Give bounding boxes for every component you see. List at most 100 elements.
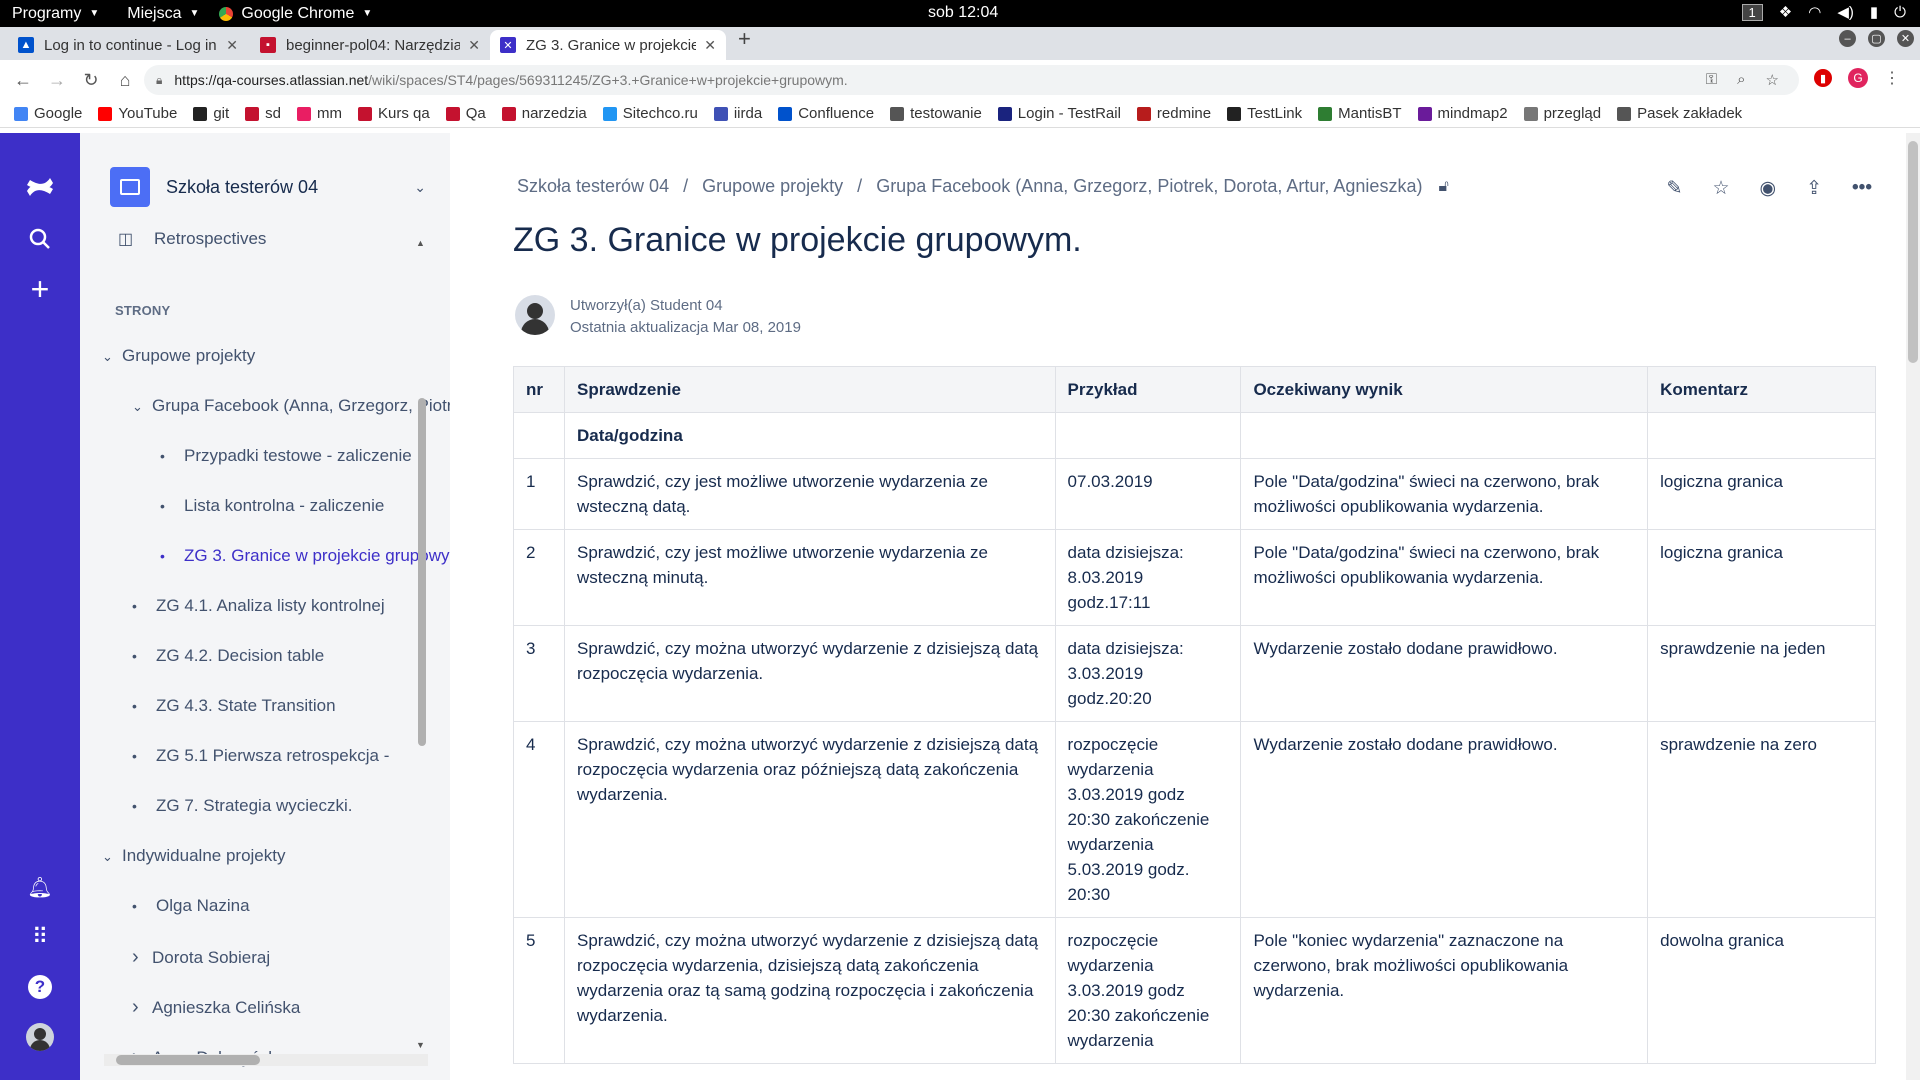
notifications-icon[interactable]: 🔔︎	[24, 871, 56, 903]
sidebar-tree-item[interactable]: › Dorota Sobieraj	[132, 946, 270, 969]
menu-icon[interactable]: ⋮	[1884, 68, 1900, 88]
lock-icon[interactable]: 🔒︎	[156, 73, 162, 88]
breadcrumb-item[interactable]: Szkoła testerów 04	[517, 176, 669, 197]
bookmark-item[interactable]: Confluence	[778, 105, 874, 122]
sidebar-scrollbar[interactable]	[418, 398, 426, 746]
sidebar-tree-item[interactable]: ⌄ Grupowe projekty	[102, 346, 255, 366]
chevron-right-icon[interactable]: ›	[132, 996, 152, 1019]
watch-icon[interactable]: ◉	[1760, 177, 1777, 200]
chevron-down-icon[interactable]: ⌄	[102, 849, 122, 865]
table-cell: Data/godzina	[563, 412, 1056, 459]
sidebar-hscroll-thumb[interactable]	[116, 1055, 260, 1065]
star-icon[interactable]: ☆	[1766, 71, 1779, 89]
os-menu-applications[interactable]: Programy ▼	[12, 5, 99, 23]
bookmark-item[interactable]: TestLink	[1227, 105, 1302, 122]
page-scrollbar-thumb[interactable]	[1908, 141, 1918, 363]
os-menu-chrome[interactable]: Google Chrome ▼	[219, 5, 372, 23]
scroll-up-arrow[interactable]: ▲	[416, 238, 425, 248]
home-button[interactable]: ⌂	[114, 70, 136, 91]
bookmark-item[interactable]: Sitechco.ru	[602, 105, 698, 122]
os-clock[interactable]: sob 12:04	[928, 4, 998, 22]
share-icon[interactable]: ⇪	[1806, 177, 1822, 200]
create-plus-icon[interactable]: +	[24, 271, 56, 307]
unlock-icon[interactable]: 🔓︎	[1438, 178, 1448, 196]
bookmark-item[interactable]: testowanie	[890, 105, 982, 122]
new-tab-button[interactable]: +	[738, 26, 751, 52]
key-icon[interactable]: ⚿	[1706, 71, 1717, 89]
workspace-indicator[interactable]: 1	[1741, 3, 1763, 21]
bookmark-item[interactable]: Kurs qa	[358, 105, 430, 122]
sidebar-tree-item[interactable]: • Olga Nazina	[132, 896, 250, 916]
star-icon[interactable]: ☆	[1712, 177, 1729, 200]
battery-icon[interactable]: ▮	[1870, 3, 1878, 21]
bookmark-item[interactable]: MantisBT	[1318, 105, 1402, 122]
help-icon[interactable]: ?	[24, 971, 56, 1003]
os-menu-label: Miejsca	[127, 4, 182, 22]
close-window-button[interactable]: ✕	[1897, 30, 1914, 47]
wifi-icon[interactable]: ◠	[1808, 3, 1821, 21]
back-button[interactable]: ←	[12, 70, 34, 91]
sidebar-tree-item[interactable]: • ZG 4.3. State Transition	[132, 696, 336, 716]
bookmark-item[interactable]: Google	[14, 105, 82, 122]
breadcrumb-item[interactable]: Grupa Facebook (Anna, Grzegorz, Piotrek,…	[876, 176, 1422, 197]
breadcrumb-item[interactable]: Grupowe projekty	[702, 176, 843, 197]
scroll-down-arrow[interactable]: ▼	[416, 1040, 425, 1050]
bookmark-label: Confluence	[798, 105, 875, 122]
minimize-button[interactable]: –	[1839, 30, 1856, 47]
bookmark-item[interactable]: redmine	[1136, 105, 1211, 122]
extension-icon[interactable]: ▮	[1814, 69, 1832, 87]
sidebar-tree-item[interactable]: ⌄ Indywidualne projekty	[102, 846, 285, 866]
sidebar-tree-item[interactable]: ⌄Grupa Facebook (Anna, Grzegorz, Piotrek…	[132, 396, 450, 416]
sidebar-tree-item[interactable]: › Agnieszka Celińska	[132, 996, 300, 1019]
last-updated[interactable]: Ostatnia aktualizacja Mar 08, 2019	[570, 317, 801, 339]
sidebar-tree-item[interactable]: • ZG 7. Strategia wycieczki.	[132, 796, 353, 816]
browser-tab[interactable]: ▪ beginner-pol04: Narzędzia ✕	[250, 30, 490, 60]
sidebar-item-current[interactable]: • ZG 3. Granice w projekcie grupowym.	[160, 546, 450, 566]
volume-icon[interactable]: ◀)	[1837, 3, 1854, 21]
close-icon[interactable]: ✕	[704, 37, 716, 54]
search-icon[interactable]	[24, 223, 56, 255]
bookmark-item[interactable]: narzedzia	[501, 105, 587, 122]
dropbox-icon[interactable]: ❖	[1779, 3, 1792, 21]
confluence-logo-icon[interactable]	[24, 171, 56, 203]
chevron-down-icon[interactable]: ⌄	[102, 349, 122, 365]
close-icon[interactable]: ✕	[226, 37, 238, 54]
bookmark-item[interactable]: YouTube	[98, 105, 177, 122]
sidebar-tree-item[interactable]: • Lista kontrolna - zaliczenie	[160, 496, 384, 516]
more-icon[interactable]: •••	[1852, 177, 1872, 200]
close-icon[interactable]: ✕	[468, 37, 480, 54]
sidebar-tree-item[interactable]: • ZG 4.1. Analiza listy kontrolnej	[132, 596, 385, 616]
profile-avatar[interactable]: G	[1848, 68, 1868, 88]
bookmark-item[interactable]: Qa	[445, 105, 486, 122]
sidebar-tree-item[interactable]: • ZG 4.2. Decision table	[132, 646, 324, 666]
chevron-down-icon[interactable]: ⌄	[132, 399, 152, 415]
sidebar-tree-item[interactable]: • ZG 5.1 Pierwsza retrospekcja -	[132, 746, 389, 766]
maximize-button[interactable]: ▢	[1868, 30, 1885, 47]
bookmark-item[interactable]: Pasek zakładek	[1617, 105, 1742, 122]
reload-button[interactable]: ↻	[80, 70, 102, 91]
browser-tab-active[interactable]: ✕ ZG 3. Granice w projekcie ✕	[490, 30, 726, 60]
zoom-icon[interactable]: ⌕	[1737, 71, 1745, 89]
user-avatar[interactable]	[24, 1021, 56, 1053]
chevron-right-icon[interactable]: ›	[132, 946, 152, 969]
chevron-down-icon[interactable]: ⌄	[414, 179, 426, 196]
created-by[interactable]: Utworzył(a) Student 04	[570, 295, 801, 317]
os-menu-places[interactable]: Miejsca ▼	[127, 5, 199, 23]
browser-tab[interactable]: ▲ Log in to continue - Log in ✕	[8, 30, 248, 60]
sidebar-item-retrospectives[interactable]: ◫ Retrospectives	[118, 229, 266, 249]
bookmark-item[interactable]: sd	[245, 105, 281, 122]
app-switcher-icon[interactable]: ⠿	[24, 921, 56, 953]
forward-button[interactable]: →	[46, 70, 68, 91]
bookmark-item[interactable]: Login - TestRail	[997, 105, 1121, 122]
bookmark-item[interactable]: mm	[297, 105, 342, 122]
bookmark-item[interactable]: przegląd	[1523, 105, 1601, 122]
sidebar-tree-item[interactable]: • Przypadki testowe - zaliczenie	[160, 446, 412, 466]
address-bar[interactable]: 🔒︎ https://qa-courses.atlassian.net/wiki…	[144, 65, 1799, 95]
space-header[interactable]: Szkoła testerów 04 ⌄	[110, 167, 430, 207]
author-avatar[interactable]	[515, 295, 555, 335]
bookmark-item[interactable]: git	[193, 105, 229, 122]
edit-icon[interactable]: ✎	[1667, 177, 1683, 200]
bookmark-item[interactable]: mindmap2	[1417, 105, 1508, 122]
power-icon[interactable]: ⏻	[1894, 4, 1906, 21]
bookmark-item[interactable]: iirda	[713, 105, 762, 122]
